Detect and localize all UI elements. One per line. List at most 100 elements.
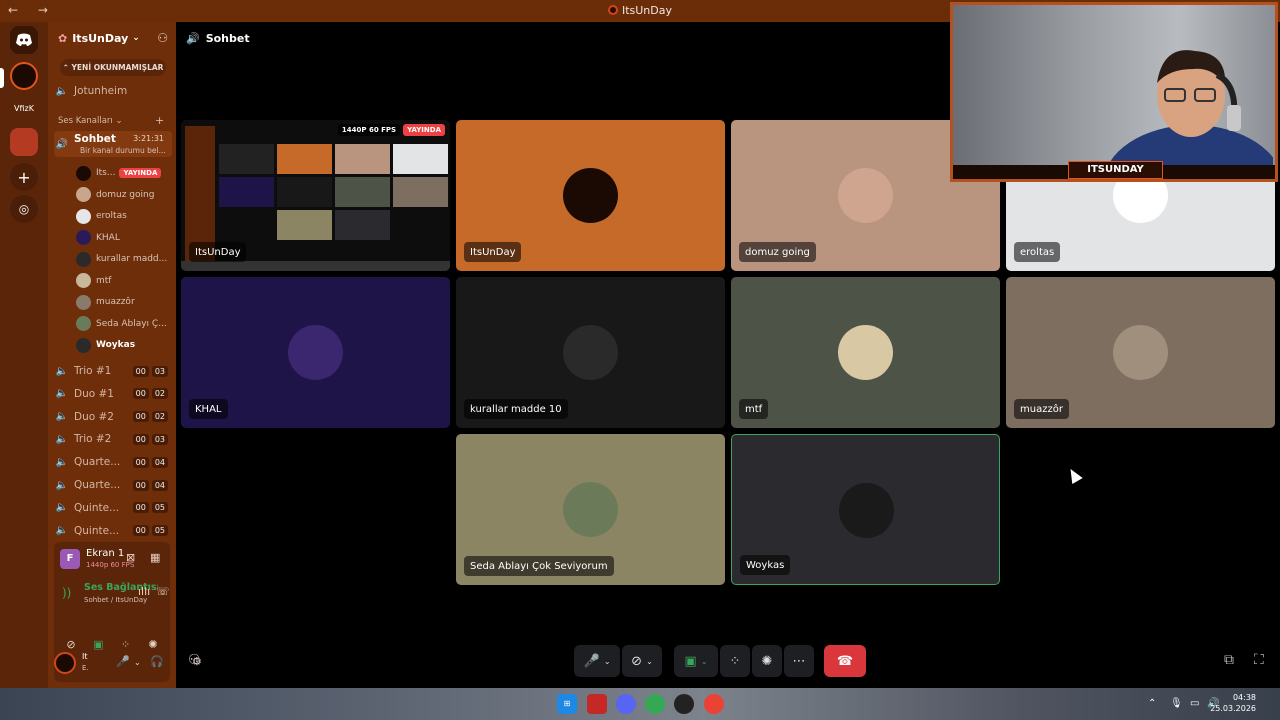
channel-label: Quinte... [74, 501, 120, 514]
participant-tile[interactable]: Woykas [731, 434, 1000, 585]
participant-name: kurallar madde 10 [464, 399, 568, 419]
participant-tile[interactable]: KHAL [181, 277, 450, 428]
user-limit: 00 04 [132, 456, 168, 468]
leave-call-button[interactable]: ☎ [824, 645, 866, 677]
voice-channel[interactable]: 🔈 Quarte... 00 04 [54, 452, 172, 472]
voice-channel[interactable]: 🔈 Trio #2 00 03 [54, 429, 172, 449]
more-button[interactable]: ⋯ [784, 645, 814, 677]
voice-member[interactable]: mtf [76, 271, 168, 291]
avatar [76, 337, 91, 353]
screen-share-icon: ▣ [684, 653, 697, 669]
stream-tile[interactable]: 1440P 60 FPS YAYINDA ItsUnDay [181, 120, 450, 271]
speaker-icon: 🔈 [55, 85, 69, 97]
camera-button[interactable]: ⊘ ⌄ [622, 645, 662, 677]
voice-channel[interactable]: 🔈 Quarte... 00 04 [54, 475, 172, 495]
channel-sohbet[interactable]: 🔊 Sohbet 3:21:31 Bir kanal durumu bel... [54, 131, 172, 157]
channel-title: Sohbet [205, 31, 250, 45]
app-icon[interactable] [587, 694, 607, 714]
pop-out-icon[interactable]: ⧉ [1224, 652, 1234, 668]
webcam-overlay: ITSUNDAY [950, 2, 1278, 182]
speaker-icon: 🔈 [55, 433, 69, 445]
invite-people-icon[interactable]: ⚇ [157, 31, 168, 45]
user-limit: 00 03 [132, 433, 168, 445]
voice-channel-header: 🔊 Sohbet [176, 22, 956, 54]
mouse-cursor [1065, 465, 1083, 485]
server-folder-icon[interactable] [10, 128, 38, 156]
chrome-icon[interactable] [645, 694, 665, 714]
member-name: muazzôr [96, 297, 135, 307]
voice-member[interactable]: kurallar madd... [76, 249, 168, 269]
avatar [76, 208, 91, 224]
participant-name-text: Woykas [746, 559, 785, 571]
activities-icon: ⁘ [729, 653, 741, 669]
participant-name: mtf [739, 399, 769, 419]
voice-member[interactable]: domuz going [76, 185, 168, 205]
create-channel-icon[interactable]: + [155, 114, 164, 127]
discord-window: ← → ItsUnDay VfizK + ◎ ✿ ItsUnDay ⌄ ⚇ ⌃ … [0, 0, 1280, 720]
voice-channel[interactable]: 🔈 Duo #2 00 02 [54, 407, 172, 427]
voice-channel[interactable]: 🔈 Trio #1 00 03 [54, 361, 172, 381]
stop-stream-icon[interactable]: ⊠ [126, 551, 135, 564]
participant-name-text: muazzôr [1020, 403, 1063, 415]
noise-suppression-icon[interactable]: ıllı [138, 585, 150, 598]
screen-share-button[interactable]: ▣ ⌄ [674, 645, 718, 677]
discord-home-icon[interactable] [10, 26, 38, 54]
channel-status[interactable]: Bir kanal durumu bel... [80, 146, 166, 155]
discover-icon[interactable]: ◎ [10, 195, 38, 223]
server-itsunday-icon[interactable] [10, 62, 38, 90]
fullscreen-icon[interactable]: ⛶ [1254, 652, 1264, 668]
category-label: Ses Kanalları [58, 116, 113, 126]
participant-tile[interactable]: Seda Ablayı Çok Seviyorum [456, 434, 725, 585]
voice-channel[interactable]: 🔈 Duo #1 00 02 [54, 384, 172, 404]
speaker-icon: 🔊 [55, 138, 69, 150]
participant-tile[interactable]: muazzôr [1006, 277, 1275, 428]
soundboard-button[interactable]: ✺ [752, 645, 782, 677]
user-limit: 00 05 [132, 502, 168, 514]
mic-tray-icon[interactable]: 🎙 [1170, 698, 1183, 709]
voice-member[interactable]: muazzôr [76, 292, 168, 312]
network-icon[interactable]: ▭ [1190, 698, 1199, 709]
channel-jotunheim[interactable]: 🔈 Jotunheim [54, 81, 172, 101]
participant-tile[interactable]: kurallar madde 10 [456, 277, 725, 428]
server-header[interactable]: ✿ ItsUnDay ⌄ ⚇ [48, 22, 176, 54]
tray-chevron-icon[interactable]: ⌃ [1148, 698, 1156, 709]
voice-member[interactable]: Woykas [76, 335, 168, 355]
voice-member[interactable]: KHAL [76, 228, 168, 248]
voice-member[interactable]: eroltas [76, 206, 168, 226]
taskbar: ⊞ ⌃ 🎙 ▭ 🔊 04:38 25.03.2026 [0, 688, 1280, 720]
call-controls: 🎤 ⌄ ⊘ ⌄ ▣ ⌄ ⁘ ✺ ⋯ ☎ ⚇ ⧉ ⛶ [0, 642, 1280, 682]
start-icon[interactable]: ⊞ [557, 694, 577, 714]
disconnect-icon[interactable]: ☏ [156, 585, 170, 598]
chrome-profile-icon[interactable] [704, 694, 724, 714]
server-rail: VfizK + ◎ [0, 22, 48, 688]
user-limit-count: 03 [151, 433, 168, 445]
hang-up-icon: ☎ [836, 653, 854, 669]
soundboard-icon: ✺ [761, 653, 773, 669]
speaker-icon: 🔈 [55, 456, 69, 468]
server-badge-icon: ✿ [58, 31, 68, 45]
voice-channel[interactable]: 🔈 Quinte... 00 05 [54, 498, 172, 518]
add-server-icon[interactable]: + [10, 163, 38, 191]
signal-icon: )) [62, 586, 72, 600]
voice-member[interactable]: Seda Ablayı Ç... [76, 314, 168, 334]
activities-button[interactable]: ⁘ [720, 645, 750, 677]
clock[interactable]: 04:38 25.03.2026 [1210, 692, 1256, 714]
unread-pill[interactable]: ⌃ YENİ OKUNMAMIŞLAR [60, 59, 166, 76]
voice-channel[interactable]: 🔈 Quinte... 00 05 [54, 521, 172, 541]
user-limit-count: 03 [151, 365, 168, 377]
stream-settings-icon[interactable]: ▦ [150, 551, 160, 564]
server-vfizk-icon[interactable]: VfizK [10, 94, 38, 122]
category-voice-channels[interactable]: Ses Kanalları ⌄ + [58, 114, 164, 127]
avatar [76, 316, 91, 331]
member-name: Woykas [96, 340, 136, 350]
voice-member[interactable]: Its... YAYINDA [76, 163, 168, 183]
mute-button[interactable]: 🎤 ⌄ [574, 645, 620, 677]
chevron-down-icon: ⌄ [132, 33, 140, 43]
call-timer: 3:21:31 [133, 134, 164, 143]
discord-taskbar-icon[interactable] [616, 694, 636, 714]
participant-tile[interactable]: mtf [731, 277, 1000, 428]
selected-indicator [0, 68, 4, 88]
participant-tile[interactable]: ItsUnDay [456, 120, 725, 271]
obs-icon[interactable] [674, 694, 694, 714]
invite-to-call-icon[interactable]: ⚇ [188, 652, 201, 668]
